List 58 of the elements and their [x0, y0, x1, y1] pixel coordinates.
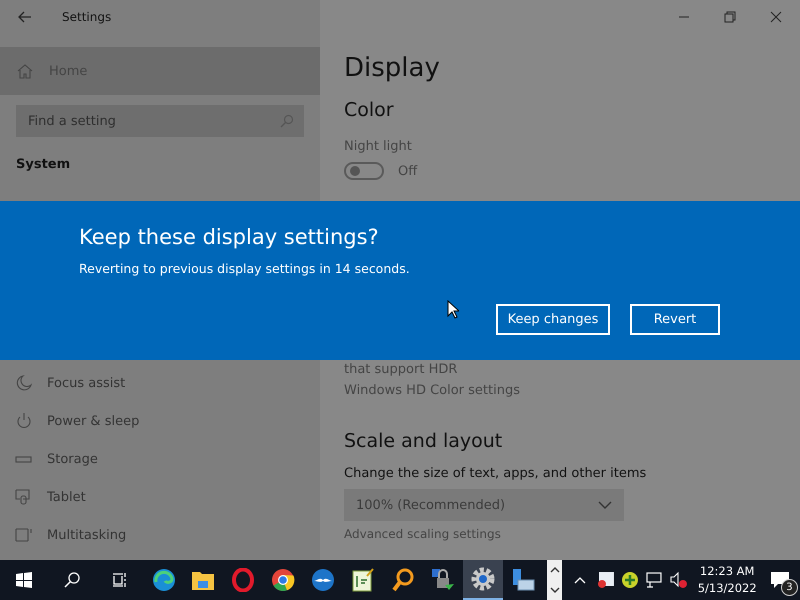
sidebar-item[interactable]: Focus assist — [0, 364, 320, 402]
revert-button[interactable]: Revert — [630, 304, 720, 335]
toggle-state: Off — [398, 164, 418, 178]
power-icon — [15, 412, 33, 430]
hd-color-link[interactable]: Windows HD Color settings — [344, 383, 800, 398]
plus-circle-icon[interactable] — [621, 571, 640, 589]
clock-time: 12:23 AM — [700, 563, 754, 580]
chevron-down-icon — [598, 501, 612, 509]
close-icon[interactable] — [770, 10, 782, 22]
setting-label: Night light — [344, 139, 413, 154]
keep-changes-button[interactable]: Keep changes — [496, 304, 610, 335]
tray-app-icon[interactable] — [597, 571, 616, 589]
taskbar-app[interactable] — [462, 560, 503, 600]
sidebar-item[interactable]: Power & sleep — [0, 402, 320, 440]
moon-icon — [15, 374, 33, 392]
padlock-icon — [430, 568, 455, 592]
round-browser-icon — [271, 568, 296, 592]
sidebar-item[interactable]: Storage — [0, 440, 320, 478]
maximize-icon[interactable] — [724, 10, 736, 22]
sidebar-item[interactable]: Multitasking — [0, 516, 320, 554]
clock-date: 5/13/2022 — [698, 580, 757, 597]
folder-icon — [191, 569, 216, 591]
page-title: Display — [344, 53, 441, 83]
sidebar-item[interactable]: Tablet — [0, 478, 320, 516]
chevron-up-icon[interactable] — [550, 567, 560, 573]
gear-icon — [470, 567, 495, 591]
network-icon[interactable] — [645, 571, 664, 589]
search-icon — [280, 114, 294, 128]
multitasking-icon — [15, 526, 33, 544]
magnifier-icon — [392, 568, 414, 592]
taskbar-scroll-buttons[interactable] — [546, 560, 562, 600]
notepad-icon — [352, 568, 374, 592]
setting-label: Change the size of text, apps, and other items — [344, 466, 648, 481]
advanced-scaling-link[interactable]: Advanced scaling settings — [344, 527, 800, 541]
section-heading: Scale and layout — [344, 430, 504, 452]
dialog-message: Reverting to previous display settings in 14 seconds. — [79, 261, 411, 276]
search-field[interactable]: Find a setting — [16, 105, 304, 137]
server-icon — [510, 568, 535, 592]
section-heading: System — [16, 157, 72, 172]
home-icon — [17, 63, 33, 79]
ring-o-icon — [232, 568, 254, 592]
chevron-down-icon[interactable] — [550, 587, 560, 593]
window-title: Settings — [62, 10, 112, 24]
task-view-icon — [112, 572, 128, 588]
clock[interactable]: 12:23 AM 5/13/2022 — [694, 563, 760, 597]
swirl-icon — [152, 568, 176, 592]
dialog-title: Keep these display settings? — [79, 225, 380, 249]
mouse-pointer-icon — [447, 300, 459, 319]
toggle-switch[interactable] — [344, 162, 384, 180]
notification-count-badge: 3 — [780, 579, 798, 596]
back-arrow-icon[interactable] — [18, 10, 32, 22]
scale-dropdown[interactable]: 100% (Recommended) — [344, 489, 624, 521]
section-heading: Color — [344, 99, 395, 121]
search-icon — [64, 572, 80, 588]
hdr-note: that support HDR — [344, 362, 458, 377]
windows-logo-icon — [16, 572, 32, 588]
bird-icon — [311, 568, 336, 592]
muted-speaker-icon[interactable] — [669, 571, 688, 589]
